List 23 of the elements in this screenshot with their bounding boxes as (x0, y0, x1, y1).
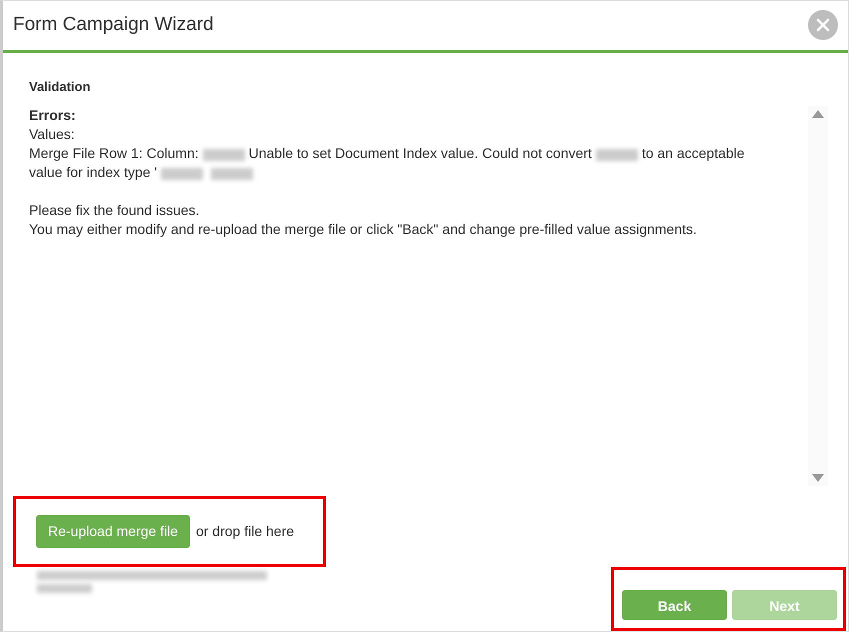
redacted-text (596, 148, 638, 161)
section-title: Validation (29, 78, 92, 96)
message-text: Unable to set Document Index value. Could not convert (248, 145, 592, 162)
redacted-text (210, 168, 253, 180)
message-text: You may either modify and re-upload the merge file or click "Back" and change pre-filled value assignments. (29, 221, 697, 238)
wizard-button[interactable]: Back (622, 590, 727, 620)
close-icon (816, 18, 830, 32)
window-title: Form Campaign Wizard (13, 13, 214, 38)
redacted-text (37, 584, 92, 593)
redacted-text (160, 168, 203, 180)
drop-hint: or drop file here (196, 522, 294, 541)
message-text: Values: (29, 126, 75, 142)
re-upload-button[interactable]: Re-upload merge file (36, 515, 190, 548)
scrollbar[interactable] (808, 106, 828, 486)
error-heading: Errors: (29, 106, 77, 126)
redacted-text (202, 148, 245, 161)
message-text: value for index type ' (29, 164, 157, 180)
scroll-down-icon[interactable] (812, 474, 824, 482)
close-button[interactable] (808, 10, 838, 40)
message-text: to an acceptable (642, 145, 745, 162)
message-text: Merge File Row 1: Column: (29, 145, 199, 162)
scroll-up-icon[interactable] (812, 110, 824, 118)
message-text: Please fix the found issues. (29, 202, 200, 218)
